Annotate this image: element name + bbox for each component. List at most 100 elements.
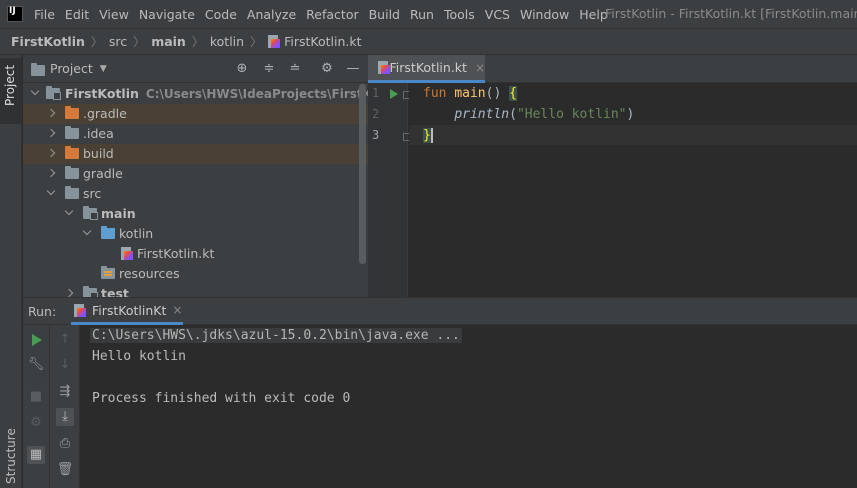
breadcrumb-main[interactable]: main	[151, 34, 186, 49]
project-path: C:\Users\HWS\IdeaProjects\FirstKotlin	[145, 87, 368, 101]
source-folder-icon	[101, 226, 115, 239]
dropdown-arrow-icon[interactable]: ▼	[100, 64, 107, 74]
chevron-right-icon[interactable]	[65, 289, 75, 297]
arrow-down-icon[interactable]: ↓	[56, 356, 74, 374]
tree-item-gradle-cache[interactable]: .gradle	[23, 104, 368, 124]
chevron-down-icon[interactable]	[83, 229, 93, 239]
excluded-folder-icon	[65, 146, 79, 159]
run-gutter-icon[interactable]	[390, 89, 398, 99]
project-tool-tab[interactable]: Project	[0, 58, 22, 124]
layout-icon[interactable]: ▦	[27, 446, 45, 464]
params: ()	[485, 86, 510, 101]
expand-all-icon[interactable]: ≑	[261, 61, 277, 77]
open-paren: (	[509, 107, 517, 122]
chevron-down-icon[interactable]	[65, 209, 75, 219]
menu-view[interactable]: View	[94, 7, 134, 22]
chevron-down-icon[interactable]	[31, 89, 41, 99]
code-line-3: }	[423, 128, 431, 143]
close-icon[interactable]: ×	[475, 61, 485, 75]
tree-item-test[interactable]: test	[23, 284, 368, 297]
gear-icon[interactable]: ⚙	[319, 61, 335, 77]
menu-analyze[interactable]: Analyze	[242, 7, 301, 22]
project-view-selector[interactable]: Project	[50, 61, 93, 76]
tree-item-firstkotlin-kt[interactable]: FirstKotlin.kt	[23, 244, 368, 264]
code-editor[interactable]: fun main() { println("Hello kotlin") }	[409, 83, 857, 297]
breadcrumb-project[interactable]: FirstKotlin	[11, 34, 85, 49]
menu-refactor[interactable]: Refactor	[301, 7, 363, 22]
breadcrumb-src[interactable]: src	[109, 34, 127, 49]
project-scrollbar[interactable]	[359, 84, 366, 264]
tree-label-main: main	[101, 206, 136, 221]
tree-item-firstkotlin[interactable]: FirstKotlin C:\Users\HWS\IdeaProjects\Fir…	[23, 84, 368, 104]
kotlin-run-config-icon	[74, 303, 86, 317]
editor-tab-bar: FirstKotlin.kt ×	[368, 55, 857, 83]
breadcrumb-file[interactable]: FirstKotlin.kt	[284, 34, 361, 49]
trash-icon[interactable]: 🗑︎	[56, 461, 74, 479]
line-number: 2	[372, 107, 380, 121]
chevron-down-icon[interactable]	[47, 189, 57, 199]
print-icon[interactable]: ⎙	[56, 435, 74, 453]
module-folder-icon	[46, 86, 61, 100]
tree-item-idea[interactable]: .idea	[23, 124, 368, 144]
run-console[interactable]: C:\Users\HWS\.jdks\azul-15.0.2\bin\java.…	[81, 325, 857, 488]
kotlin-file-icon	[378, 61, 390, 74]
tree-label-kotlin: kotlin	[119, 226, 154, 241]
menu-run[interactable]: Run	[405, 7, 439, 22]
chevron-right-icon[interactable]	[47, 129, 57, 139]
menu-file[interactable]: File	[29, 7, 60, 22]
scroll-to-end-icon[interactable]: ⤓	[56, 408, 74, 426]
tree-item-main[interactable]: main	[23, 204, 368, 224]
tree-label-build: build	[83, 146, 114, 161]
wrench-icon[interactable]: 🔧︎	[27, 356, 45, 374]
code-line-1: fun main() {	[423, 86, 517, 101]
tree-item-build[interactable]: build	[23, 144, 368, 164]
close-icon[interactable]: ×	[172, 303, 182, 317]
minimize-icon[interactable]: —	[345, 61, 361, 77]
rerun-icon[interactable]	[32, 334, 42, 346]
debug-settings-icon[interactable]: ⚙	[27, 414, 45, 432]
soft-wrap-icon[interactable]: ⇶	[56, 383, 74, 401]
code-line-2: println("Hello kotlin")	[423, 107, 634, 122]
structure-tool-tab[interactable]: Structure	[4, 428, 18, 484]
menu-bar: File Edit View Navigate Code Analyze Ref…	[0, 0, 857, 28]
keyword-fun: fun	[423, 86, 447, 101]
println-call: println	[454, 107, 510, 122]
project-panel-header: Project ▼ ⊕ ≑ ≐ ⚙ —	[23, 55, 368, 83]
chevron-right-icon: 〉	[133, 35, 146, 49]
menu-tools[interactable]: Tools	[439, 7, 480, 22]
excluded-folder-icon	[65, 106, 79, 119]
tree-item-src[interactable]: src	[23, 184, 368, 204]
menu-edit[interactable]: Edit	[60, 7, 94, 22]
run-panel-label: Run:	[28, 303, 57, 319]
run-tab-firstkotlinkt[interactable]: FirstKotlinKt ×	[71, 298, 183, 325]
menu-build[interactable]: Build	[364, 7, 405, 22]
console-exit-line: Process finished with exit code 0	[92, 391, 351, 406]
project-panel: Project ▼ ⊕ ≑ ≐ ⚙ — FirstKotlin C:\Users\…	[23, 55, 368, 297]
folder-icon	[65, 166, 79, 179]
breadcrumb: FirstKotlin 〉 src 〉 main 〉 kotlin 〉 Firs…	[0, 28, 857, 55]
folder-icon	[65, 126, 79, 139]
tree-item-resources[interactable]: resources	[23, 264, 368, 284]
string-literal: "Hello kotlin"	[516, 107, 627, 122]
chevron-right-icon[interactable]	[47, 149, 57, 159]
arrow-up-icon[interactable]: ↑	[56, 331, 74, 349]
chevron-right-icon: 〉	[191, 35, 204, 49]
console-command-line[interactable]: C:\Users\HWS\.jdks\azul-15.0.2\bin\java.…	[90, 328, 462, 343]
chevron-right-icon[interactable]	[47, 109, 57, 119]
menu-window[interactable]: Window	[515, 7, 574, 22]
breadcrumb-kotlin[interactable]: kotlin	[210, 34, 244, 49]
tree-label-test: test	[101, 286, 129, 297]
stop-icon[interactable]: ■	[27, 388, 45, 406]
locate-icon[interactable]: ⊕	[234, 61, 250, 77]
menu-vcs[interactable]: VCS	[480, 7, 515, 22]
tree-item-gradle[interactable]: gradle	[23, 164, 368, 184]
tree-label-gradle: gradle	[83, 166, 123, 181]
tree-item-kotlin[interactable]: kotlin	[23, 224, 368, 244]
menu-code[interactable]: Code	[200, 7, 242, 22]
editor-tab-firstkotlin-kt[interactable]: FirstKotlin.kt ×	[368, 55, 485, 83]
project-tool-tab-label: Project	[3, 64, 17, 106]
collapse-all-icon[interactable]: ≐	[287, 61, 303, 77]
chevron-right-icon[interactable]	[47, 169, 57, 179]
menu-navigate[interactable]: Navigate	[134, 7, 200, 22]
